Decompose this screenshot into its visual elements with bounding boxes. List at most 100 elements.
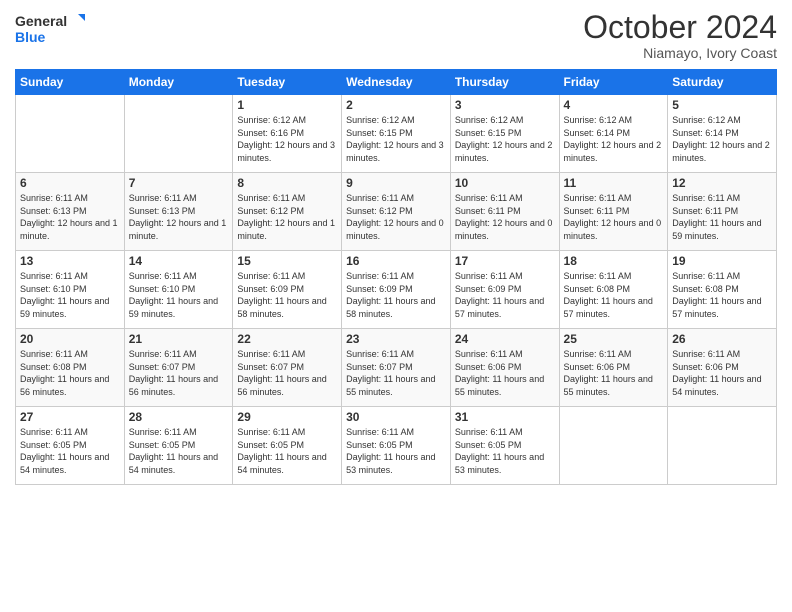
day-info: Sunrise: 6:11 AMSunset: 6:13 PMDaylight:… <box>129 192 229 242</box>
day-number: 22 <box>237 332 337 346</box>
calendar-cell: 18Sunrise: 6:11 AMSunset: 6:08 PMDayligh… <box>559 251 668 329</box>
day-info: Sunrise: 6:11 AMSunset: 6:12 PMDaylight:… <box>237 192 337 242</box>
col-thursday: Thursday <box>450 70 559 95</box>
day-number: 12 <box>672 176 772 190</box>
day-number: 2 <box>346 98 446 112</box>
calendar-cell: 2Sunrise: 6:12 AMSunset: 6:15 PMDaylight… <box>342 95 451 173</box>
calendar-cell: 26 Sunrise: 6:11 AMSunset: 6:06 PMDayligh… <box>668 329 777 407</box>
day-info: Sunrise: 6:11 AMSunset: 6:10 PMDaylight:… <box>129 270 229 320</box>
calendar-week-5: 27 Sunrise: 6:11 AMSunset: 6:05 PMDayligh… <box>16 407 777 485</box>
calendar-cell: 22 Sunrise: 6:11 AMSunset: 6:07 PMDayligh… <box>233 329 342 407</box>
day-number: 18 <box>564 254 664 268</box>
day-info: Sunrise: 6:11 AMSunset: 6:06 PMDaylight:… <box>455 348 555 398</box>
calendar-cell: 3 Sunrise: 6:12 AMSunset: 6:15 PMDaylight… <box>450 95 559 173</box>
day-info: Sunrise: 6:11 AMSunset: 6:07 PMDaylight:… <box>237 348 337 398</box>
day-number: 3 <box>455 98 555 112</box>
day-number: 4 <box>564 98 664 112</box>
day-info: Sunrise: 6:11 AMSunset: 6:11 PMDaylight:… <box>455 192 555 242</box>
calendar-cell <box>668 407 777 485</box>
col-sunday: Sunday <box>16 70 125 95</box>
calendar-cell: 6 Sunrise: 6:11 AMSunset: 6:13 PMDaylight… <box>16 173 125 251</box>
day-info: Sunrise: 6:11 AMSunset: 6:06 PMDaylight:… <box>564 348 664 398</box>
day-number: 19 <box>672 254 772 268</box>
day-info: Sunrise: 6:11 AMSunset: 6:05 PMDaylight:… <box>455 426 555 476</box>
day-number: 7 <box>129 176 229 190</box>
calendar-table: Sunday Monday Tuesday Wednesday Thursday… <box>15 69 777 485</box>
day-info: Sunrise: 6:11 AMSunset: 6:11 PMDaylight:… <box>672 192 772 242</box>
page: General Blue October 2024 Niamayo, Ivory… <box>0 0 792 612</box>
calendar-cell <box>124 95 233 173</box>
calendar-cell: 23 Sunrise: 6:11 AMSunset: 6:07 PMDayligh… <box>342 329 451 407</box>
day-number: 30 <box>346 410 446 424</box>
calendar-cell <box>16 95 125 173</box>
calendar-cell: 7 Sunrise: 6:11 AMSunset: 6:13 PMDaylight… <box>124 173 233 251</box>
col-saturday: Saturday <box>668 70 777 95</box>
day-number: 27 <box>20 410 120 424</box>
col-monday: Monday <box>124 70 233 95</box>
day-number: 16 <box>346 254 446 268</box>
day-info: Sunrise: 6:11 AMSunset: 6:12 PMDaylight:… <box>346 192 446 242</box>
calendar-cell: 11 Sunrise: 6:11 AMSunset: 6:11 PMDayligh… <box>559 173 668 251</box>
day-number: 20 <box>20 332 120 346</box>
day-info: Sunrise: 6:11 AMSunset: 6:08 PMDaylight:… <box>672 270 772 320</box>
day-info: Sunrise: 6:12 AMSunset: 6:15 PMDaylight:… <box>455 114 555 164</box>
day-number: 11 <box>564 176 664 190</box>
day-number: 31 <box>455 410 555 424</box>
day-number: 8 <box>237 176 337 190</box>
day-info: Sunrise: 6:11 AMSunset: 6:06 PMDaylight:… <box>672 348 772 398</box>
calendar-cell <box>559 407 668 485</box>
calendar-cell: 8 Sunrise: 6:11 AMSunset: 6:12 PMDaylight… <box>233 173 342 251</box>
day-number: 1 <box>237 98 337 112</box>
day-info: Sunrise: 6:11 AMSunset: 6:09 PMDaylight:… <box>346 270 446 320</box>
day-number: 5 <box>672 98 772 112</box>
calendar-cell: 10 Sunrise: 6:11 AMSunset: 6:11 PMDayligh… <box>450 173 559 251</box>
calendar-cell: 29Sunrise: 6:11 AMSunset: 6:05 PMDayligh… <box>233 407 342 485</box>
day-info: Sunrise: 6:12 AMSunset: 6:14 PMDaylight:… <box>564 114 664 164</box>
svg-text:General: General <box>15 13 67 29</box>
calendar-week-1: 1 Sunrise: 6:12 AMSunset: 6:16 PMDaylight… <box>16 95 777 173</box>
day-info: Sunrise: 6:12 AMSunset: 6:16 PMDaylight:… <box>237 114 337 164</box>
calendar-cell: 13Sunrise: 6:11 AMSunset: 6:10 PMDayligh… <box>16 251 125 329</box>
calendar-week-2: 6 Sunrise: 6:11 AMSunset: 6:13 PMDaylight… <box>16 173 777 251</box>
calendar-week-4: 20 Sunrise: 6:11 AMSunset: 6:08 PMDayligh… <box>16 329 777 407</box>
day-info: Sunrise: 6:11 AMSunset: 6:13 PMDaylight:… <box>20 192 120 242</box>
calendar-cell: 12 Sunrise: 6:11 AMSunset: 6:11 PMDayligh… <box>668 173 777 251</box>
calendar-cell: 5 Sunrise: 6:12 AMSunset: 6:14 PMDaylight… <box>668 95 777 173</box>
day-info: Sunrise: 6:11 AMSunset: 6:10 PMDaylight:… <box>20 270 120 320</box>
day-info: Sunrise: 6:11 AMSunset: 6:05 PMDaylight:… <box>129 426 229 476</box>
svg-text:Blue: Blue <box>15 29 46 45</box>
day-info: Sunrise: 6:11 AMSunset: 6:09 PMDaylight:… <box>237 270 337 320</box>
calendar-cell: 17 Sunrise: 6:11 AMSunset: 6:09 PMDayligh… <box>450 251 559 329</box>
calendar-cell: 14Sunrise: 6:11 AMSunset: 6:10 PMDayligh… <box>124 251 233 329</box>
calendar-cell: 24Sunrise: 6:11 AMSunset: 6:06 PMDayligh… <box>450 329 559 407</box>
logo-svg: General Blue <box>15 10 85 48</box>
title-block: October 2024 Niamayo, Ivory Coast <box>583 10 777 61</box>
day-number: 6 <box>20 176 120 190</box>
header: General Blue October 2024 Niamayo, Ivory… <box>15 10 777 61</box>
calendar-cell: 15Sunrise: 6:11 AMSunset: 6:09 PMDayligh… <box>233 251 342 329</box>
calendar-cell: 31 Sunrise: 6:11 AMSunset: 6:05 PMDayligh… <box>450 407 559 485</box>
calendar-week-3: 13Sunrise: 6:11 AMSunset: 6:10 PMDayligh… <box>16 251 777 329</box>
day-info: Sunrise: 6:11 AMSunset: 6:11 PMDaylight:… <box>564 192 664 242</box>
calendar-cell: 9 Sunrise: 6:11 AMSunset: 6:12 PMDaylight… <box>342 173 451 251</box>
day-number: 10 <box>455 176 555 190</box>
calendar-cell: 28Sunrise: 6:11 AMSunset: 6:05 PMDayligh… <box>124 407 233 485</box>
day-number: 9 <box>346 176 446 190</box>
day-info: Sunrise: 6:12 AMSunset: 6:14 PMDaylight:… <box>672 114 772 164</box>
col-tuesday: Tuesday <box>233 70 342 95</box>
day-number: 26 <box>672 332 772 346</box>
calendar-header-row: Sunday Monday Tuesday Wednesday Thursday… <box>16 70 777 95</box>
day-number: 17 <box>455 254 555 268</box>
day-info: Sunrise: 6:11 AMSunset: 6:09 PMDaylight:… <box>455 270 555 320</box>
day-number: 21 <box>129 332 229 346</box>
col-friday: Friday <box>559 70 668 95</box>
day-number: 23 <box>346 332 446 346</box>
calendar-cell: 4 Sunrise: 6:12 AMSunset: 6:14 PMDaylight… <box>559 95 668 173</box>
day-info: Sunrise: 6:11 AMSunset: 6:05 PMDaylight:… <box>346 426 446 476</box>
day-info: Sunrise: 6:11 AMSunset: 6:08 PMDaylight:… <box>20 348 120 398</box>
day-info: Sunrise: 6:11 AMSunset: 6:07 PMDaylight:… <box>346 348 446 398</box>
calendar-cell: 20 Sunrise: 6:11 AMSunset: 6:08 PMDayligh… <box>16 329 125 407</box>
day-info: Sunrise: 6:11 AMSunset: 6:05 PMDaylight:… <box>20 426 120 476</box>
calendar-cell: 25Sunrise: 6:11 AMSunset: 6:06 PMDayligh… <box>559 329 668 407</box>
logo: General Blue <box>15 10 85 48</box>
